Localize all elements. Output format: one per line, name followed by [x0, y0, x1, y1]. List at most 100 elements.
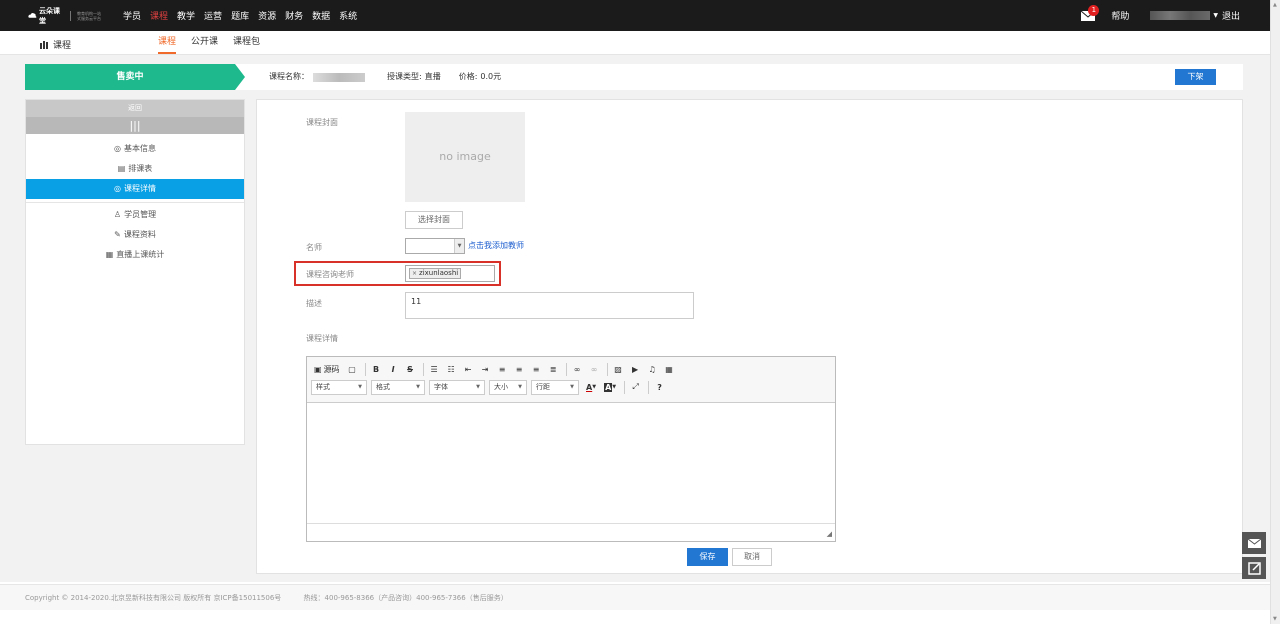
nav-item-system[interactable]: 系统	[339, 9, 357, 22]
font-combo-label: 字体	[434, 383, 448, 391]
video-icon[interactable]: ▶	[628, 362, 643, 377]
help-icon[interactable]: ?	[652, 380, 667, 395]
logo[interactable]: 云朵课堂 教育机构一站式服务云平台	[28, 7, 103, 25]
sidebar-item-course-detail[interactable]: ◎ 课程详情	[26, 179, 244, 199]
size-combo-label: 大小	[494, 383, 508, 391]
mail-badge: 1	[1088, 4, 1100, 16]
source-label: 源码	[323, 364, 340, 374]
toolbar-separator	[364, 362, 366, 376]
nav-item-data[interactable]: 数据	[312, 9, 330, 22]
nav-item-finance[interactable]: 财务	[285, 9, 303, 22]
username-redacted[interactable]	[1150, 11, 1211, 20]
back-button[interactable]: 返回	[26, 100, 244, 117]
logo-divider	[70, 10, 71, 21]
editor-content-area[interactable]	[307, 403, 835, 523]
italic-icon[interactable]: I	[386, 362, 401, 377]
indent-icon[interactable]: ⇥	[478, 362, 493, 377]
nav-item-students[interactable]: 学员	[123, 9, 141, 22]
background-color-icon[interactable]: A ▼	[601, 380, 619, 395]
bold-icon[interactable]: B	[369, 362, 384, 377]
strikethrough-icon[interactable]: S	[403, 362, 418, 377]
mail-button[interactable]: 1	[1081, 4, 1100, 21]
toolbar-separator	[648, 380, 650, 394]
course-info: 课程名称： 授课类型: 直播 价格: 0.0元	[269, 64, 501, 90]
editor-toolbar: ▣ 源码 ▢ B I S ☰ ☷ ⇤ ⇥ ≡ ≡ ≡ ≣ ∞ ∞ ▨ ▶ ♫ ▦ …	[307, 357, 835, 403]
books-icon	[40, 40, 48, 49]
outdent-icon[interactable]: ⇤	[461, 362, 476, 377]
collapse-icon[interactable]: |||	[26, 117, 244, 134]
nav-item-resources[interactable]: 资源	[258, 9, 276, 22]
course-type-label: 授课类型:	[387, 72, 422, 81]
tab-public-courses[interactable]: 公开课	[191, 31, 218, 54]
chevron-down-icon: ▼	[358, 384, 362, 390]
logout-link[interactable]: 退出	[1222, 9, 1240, 22]
table-icon[interactable]: ▦	[662, 362, 677, 377]
cancel-button[interactable]: 取消	[732, 548, 772, 566]
justify-icon[interactable]: ≣	[546, 362, 561, 377]
floating-message-button[interactable]	[1242, 532, 1266, 554]
align-center-icon[interactable]: ≡	[512, 362, 527, 377]
detail-label: 课程详情	[306, 334, 338, 343]
toolbar-row-1: ▣ 源码 ▢ B I S ☰ ☷ ⇤ ⇥ ≡ ≡ ≡ ≣ ∞ ∞ ▨ ▶ ♫ ▦	[311, 360, 831, 378]
sidebar-item-label: 课程资料	[123, 230, 156, 239]
section-title-label: 课程	[53, 41, 72, 51]
nav-item-operations[interactable]: 运营	[204, 9, 222, 22]
nav-item-teaching[interactable]: 教学	[177, 9, 195, 22]
sidebar-item-live-stats[interactable]: ▦ 直播上课统计	[26, 245, 244, 265]
floating-feedback-button[interactable]	[1242, 557, 1266, 579]
style-combo-label: 样式	[316, 383, 330, 391]
description-input[interactable]: 11	[405, 292, 694, 319]
tab-courses[interactable]: 课程	[158, 31, 177, 54]
sidebar-item-schedule[interactable]: ▤ 排课表	[26, 159, 244, 179]
help-link[interactable]: 帮助	[1111, 9, 1129, 22]
sidebar-item-basic-info[interactable]: ◎ 基本信息	[26, 139, 244, 159]
user-dropdown-icon[interactable]: ▼	[1213, 12, 1218, 19]
detail-icon: ◎	[114, 184, 121, 193]
price-label: 价格:	[458, 72, 478, 81]
nav-item-question-bank[interactable]: 题库	[231, 9, 249, 22]
toolbar-separator	[422, 362, 424, 376]
remove-tag-icon[interactable]: ×	[412, 269, 417, 278]
price-value: 0.0元	[480, 72, 502, 81]
line-height-combo[interactable]: 行距 ▼	[531, 379, 579, 395]
consult-teacher-field[interactable]: × zixunlaoshi	[405, 265, 495, 282]
toolbar-row-2: 样式 ▼ 格式 ▼ 字体 ▼ 大小 ▼ 行距 ▼ A ▼ A ▼ ⤢ ?	[311, 378, 831, 396]
sidebar-item-materials[interactable]: ✎ 课程资料	[26, 225, 244, 245]
scroll-up-icon[interactable]: ▲	[1273, 2, 1277, 8]
text-color-icon[interactable]: A ▼	[583, 380, 599, 395]
image-icon[interactable]: ▨	[611, 362, 626, 377]
toolbar-separator	[624, 380, 626, 394]
teacher-select[interactable]: ▼	[405, 238, 465, 254]
style-combo[interactable]: 样式 ▼	[311, 379, 367, 395]
toolbar-separator	[565, 362, 567, 376]
chevron-down-icon: ▼	[416, 384, 420, 390]
add-teacher-link[interactable]: 点击我添加教师	[468, 240, 524, 251]
save-button[interactable]: 保存	[687, 548, 728, 566]
bulleted-list-icon[interactable]: ☷	[444, 362, 459, 377]
resize-handle-icon[interactable]: ◢	[827, 530, 832, 538]
course-type-value: 直播	[424, 72, 441, 81]
unlink-icon[interactable]: ∞	[587, 362, 602, 377]
sidebar-item-students[interactable]: ♙ 学员管理	[26, 205, 244, 225]
numbered-list-icon[interactable]: ☰	[427, 362, 442, 377]
nav-item-courses[interactable]: 课程	[150, 9, 168, 22]
link-icon[interactable]: ∞	[570, 362, 585, 377]
font-combo[interactable]: 字体 ▼	[429, 379, 485, 395]
course-tabs: 课程 公开课 课程包	[158, 31, 275, 54]
audio-icon[interactable]: ♫	[645, 362, 660, 377]
off-shelf-button[interactable]: 下架	[1175, 69, 1216, 85]
page-scrollbar[interactable]: ▲ ▼	[1270, 0, 1280, 624]
maximize-icon[interactable]: ⤢	[628, 380, 643, 395]
chevron-down-icon: ▼	[518, 384, 522, 390]
format-combo[interactable]: 格式 ▼	[371, 379, 425, 395]
tab-course-packages[interactable]: 课程包	[233, 31, 260, 54]
align-right-icon[interactable]: ≡	[529, 362, 544, 377]
new-page-icon[interactable]: ▢	[345, 362, 360, 377]
size-combo[interactable]: 大小 ▼	[489, 379, 527, 395]
consult-teacher-tag: × zixunlaoshi	[409, 268, 462, 279]
align-left-icon[interactable]: ≡	[495, 362, 510, 377]
select-cover-button[interactable]: 选择封面	[405, 211, 463, 229]
source-button[interactable]: ▣ 源码	[311, 362, 343, 377]
chevron-down-icon: ▼	[476, 384, 480, 390]
scroll-down-icon[interactable]: ▼	[1273, 616, 1277, 622]
